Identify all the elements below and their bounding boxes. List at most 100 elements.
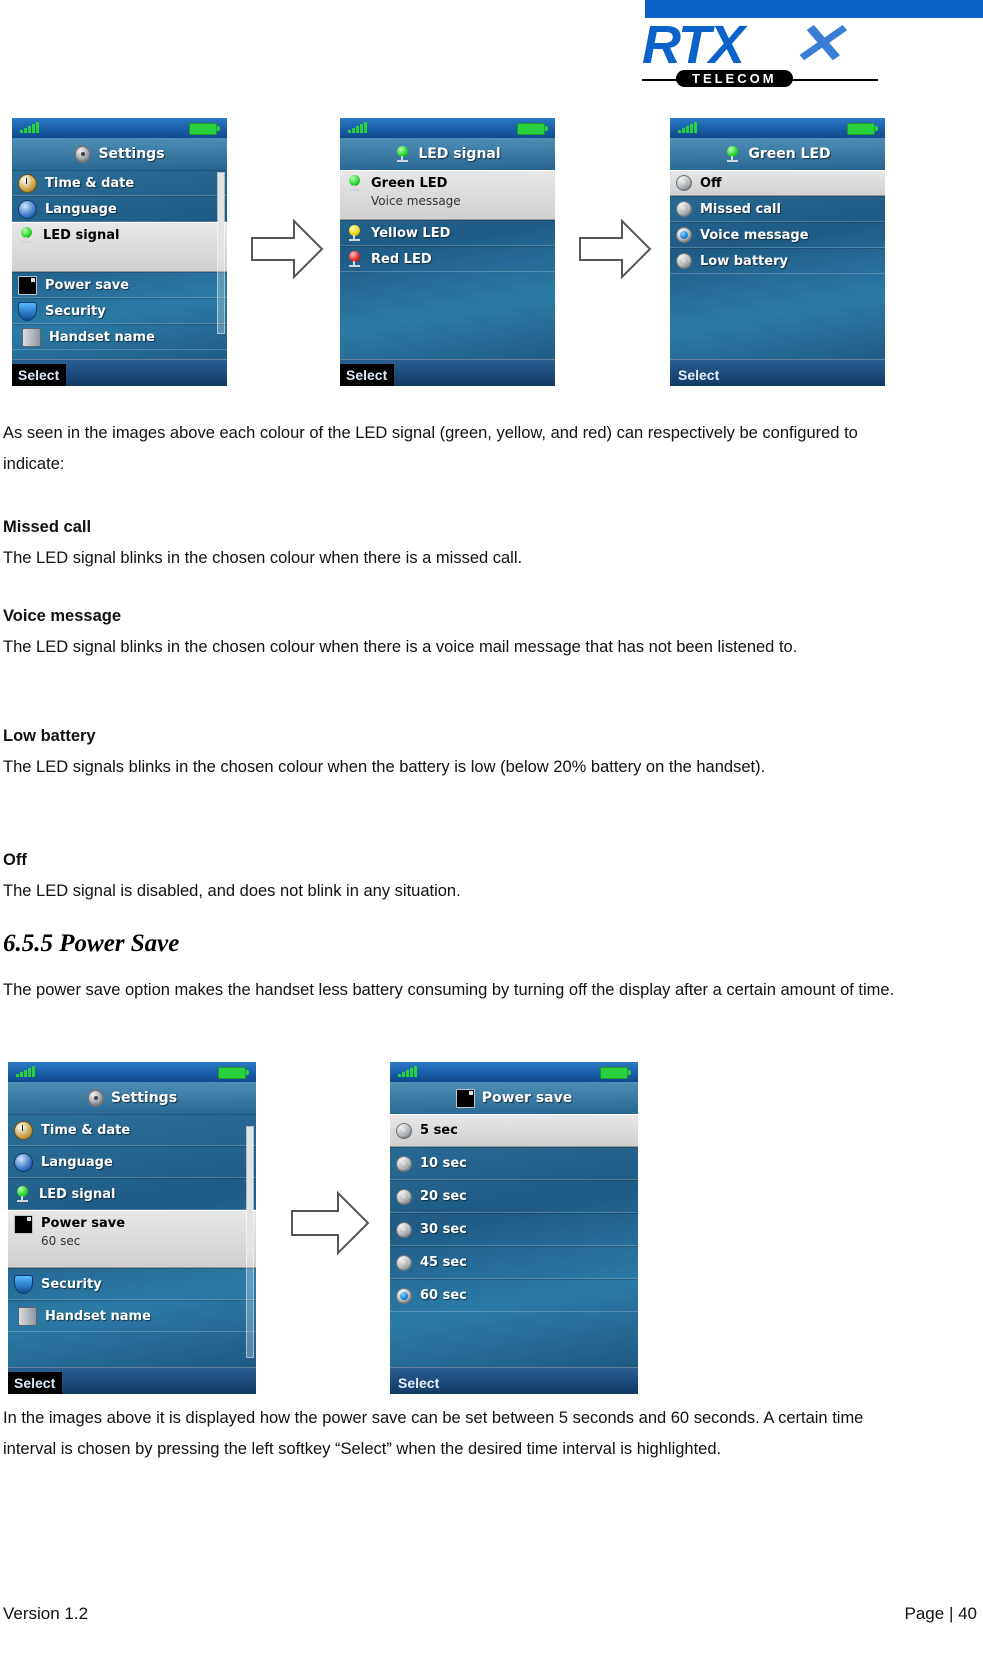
radio-icon[interactable] xyxy=(676,253,692,269)
radio-icon[interactable] xyxy=(396,1188,412,1205)
scrollbar[interactable] xyxy=(246,1126,254,1358)
green-led-option-list: Off Missed call Voice message Low batter… xyxy=(670,170,885,274)
menu-item-label: Handset name xyxy=(49,329,155,345)
radio-icon[interactable] xyxy=(396,1221,412,1238)
radio-icon[interactable] xyxy=(396,1122,412,1139)
softkey-select[interactable]: Select xyxy=(390,1372,446,1394)
screen-title-label: LED signal xyxy=(418,146,501,162)
signal-strength-icon xyxy=(348,122,367,133)
menu-item-handset-name[interactable]: Handset name xyxy=(8,1300,256,1332)
voice-message-paragraph: The LED signal blinks in the chosen colo… xyxy=(3,638,798,656)
voice-message-heading: Voice message xyxy=(3,607,122,625)
menu-item-handset-name[interactable]: Handset name xyxy=(12,324,227,350)
low-battery-paragraph: The LED signals blinks in the chosen col… xyxy=(3,758,766,776)
radio-icon-selected[interactable] xyxy=(396,1287,412,1304)
status-bar xyxy=(670,118,885,138)
green-led-icon xyxy=(18,227,35,244)
option-label: 20 sec xyxy=(420,1189,467,1204)
menu-item-power-save[interactable]: Power save xyxy=(12,272,227,298)
power-save-option-list: 5 sec 10 sec 20 sec 30 sec 45 sec 60 sec xyxy=(390,1114,638,1312)
signal-strength-icon xyxy=(398,1066,417,1077)
radio-icon[interactable] xyxy=(676,175,692,191)
power-save-paragraph: The power save option makes the handset … xyxy=(3,981,895,999)
battery-icon xyxy=(517,123,548,135)
battery-icon xyxy=(189,123,220,135)
menu-item-time-date[interactable]: Time & date xyxy=(8,1114,256,1146)
softkey-select[interactable]: Select xyxy=(670,364,726,386)
footer-version: Version 1.2 xyxy=(3,1604,89,1623)
option-label: 10 sec xyxy=(420,1156,467,1171)
gear-icon xyxy=(74,145,92,163)
green-led-icon xyxy=(724,145,741,163)
menu-item-led-signal[interactable]: LED signal xyxy=(8,1178,256,1210)
green-led-icon xyxy=(14,1185,31,1203)
menu-item-power-save[interactable]: Power save 60 sec xyxy=(8,1210,256,1268)
menu-item-label: Language xyxy=(45,201,117,217)
handset-icon xyxy=(22,327,41,347)
clock-icon xyxy=(18,173,37,193)
flow-arrow-3 xyxy=(290,1190,370,1256)
option-low-battery[interactable]: Low battery xyxy=(670,248,885,274)
screen-title-label: Settings xyxy=(110,1090,178,1106)
intro-paragraph: As seen in the images above each colour … xyxy=(3,424,858,473)
menu-item-label: Handset name xyxy=(45,1308,151,1324)
menu-item-label: Language xyxy=(41,1154,113,1170)
option-voice-message[interactable]: Voice message xyxy=(670,222,885,248)
option-label: Off xyxy=(700,175,722,191)
radio-icon[interactable] xyxy=(396,1155,412,1172)
option-30-sec[interactable]: 30 sec xyxy=(390,1213,638,1246)
flow-arrow-1 xyxy=(250,218,324,280)
menu-item-language[interactable]: Language xyxy=(8,1146,256,1178)
option-10-sec[interactable]: 10 sec xyxy=(390,1147,638,1180)
logo-x-mark: ✕ xyxy=(790,12,845,75)
option-60-sec[interactable]: 60 sec xyxy=(390,1279,638,1312)
menu-item-label: Security xyxy=(45,303,106,319)
menu-item-label: Security xyxy=(41,1276,102,1292)
screen-title: Green LED xyxy=(670,138,885,170)
option-label: Low battery xyxy=(700,253,788,269)
menu-item-security[interactable]: Security xyxy=(12,298,227,324)
status-bar xyxy=(340,118,555,138)
settings-menu-list: Time & date Language LED signal Power sa… xyxy=(12,170,227,350)
menu-item-label: Power save xyxy=(41,1216,126,1231)
option-label: Missed call xyxy=(700,201,781,217)
green-led-icon xyxy=(394,145,411,163)
menu-item-red-led[interactable]: Red LED xyxy=(340,246,555,272)
flow-arrow-2 xyxy=(578,218,652,280)
option-20-sec[interactable]: 20 sec xyxy=(390,1180,638,1213)
radio-icon[interactable] xyxy=(676,201,692,217)
scrollbar[interactable] xyxy=(217,172,225,334)
option-off[interactable]: Off xyxy=(670,170,885,196)
menu-item-led-signal[interactable]: LED signal xyxy=(12,222,227,272)
menu-item-security[interactable]: Security xyxy=(8,1268,256,1300)
menu-item-green-led[interactable]: Green LED Voice message xyxy=(340,170,555,220)
off-heading: Off xyxy=(3,851,27,869)
option-45-sec[interactable]: 45 sec xyxy=(390,1246,638,1279)
phone-screen-led-signal: LED signal Green LED Voice message Yello… xyxy=(340,118,555,386)
menu-item-label: LED signal xyxy=(39,1186,116,1202)
missed-call-heading: Missed call xyxy=(3,518,92,536)
screen-icon xyxy=(455,1088,475,1108)
option-label: 30 sec xyxy=(420,1222,467,1237)
option-label: 5 sec xyxy=(420,1123,458,1138)
phone-screen-power-save: Power save 5 sec 10 sec 20 sec 30 sec 45… xyxy=(390,1062,638,1394)
softkey-select[interactable]: Select xyxy=(340,364,395,386)
settings-menu-list: Time & date Language LED signal Power sa… xyxy=(8,1114,256,1332)
option-missed-call[interactable]: Missed call xyxy=(670,196,885,222)
menu-item-label: Yellow LED xyxy=(371,225,451,241)
status-bar xyxy=(8,1062,256,1082)
option-5-sec[interactable]: 5 sec xyxy=(390,1114,638,1147)
radio-icon[interactable] xyxy=(396,1254,412,1271)
signal-strength-icon xyxy=(678,122,697,133)
radio-icon-selected[interactable] xyxy=(676,227,692,243)
menu-item-yellow-led[interactable]: Yellow LED xyxy=(340,220,555,246)
softkey-select[interactable]: Select xyxy=(8,1372,63,1394)
menu-item-time-date[interactable]: Time & date xyxy=(12,170,227,196)
softkey-select[interactable]: Select xyxy=(12,364,67,386)
phone-screen-settings-power: Settings Time & date Language LED signal… xyxy=(8,1062,256,1394)
menu-item-label: Time & date xyxy=(41,1122,131,1138)
power-save-closing-paragraph: In the images above it is displayed how … xyxy=(3,1409,864,1458)
shield-icon xyxy=(18,301,37,321)
menu-item-language[interactable]: Language xyxy=(12,196,227,222)
globe-icon xyxy=(18,199,37,219)
